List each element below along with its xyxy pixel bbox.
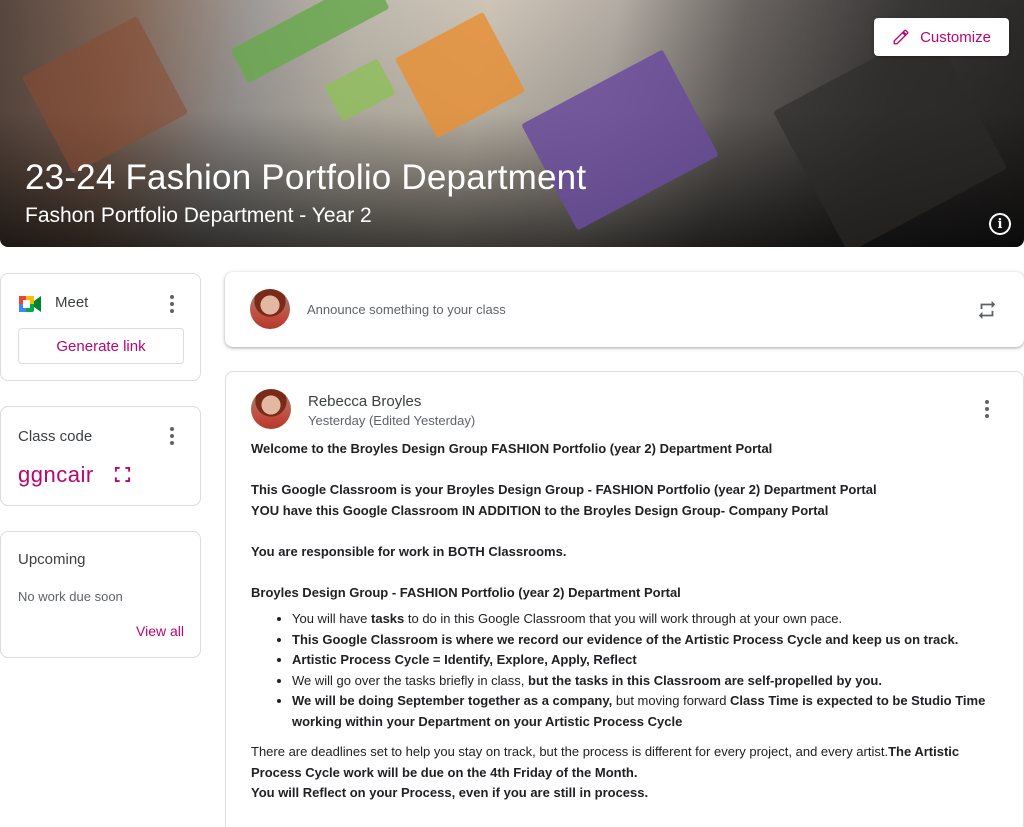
class-banner: 23-24 Fashion Portfolio Department Fasho… [0,0,1024,247]
customize-button[interactable]: Customize [874,18,1009,56]
expand-fullscreen-icon[interactable] [114,466,131,483]
upcoming-label: Upcoming [18,551,86,568]
post-paragraph: You will Reflect on your Process, even i… [251,785,649,800]
list-item: We will go over the tasks briefly in cla… [292,671,991,692]
upcoming-card: Upcoming No work due soon View all [0,531,201,658]
post-body: Welcome to the Broyles Design Group FASH… [251,439,991,804]
customize-label: Customize [920,28,991,46]
class-code-card: Class code ggncair [0,406,201,506]
list-item: Artistic Process Cycle = Identify, Explo… [292,650,991,671]
banner-swatch [772,27,1008,247]
post-paragraph: Broyles Design Group - FASHION Portfolio… [251,584,681,600]
list-item: You will have tasks to do in this Google… [292,609,991,630]
post-timestamp: Yesterday (Edited Yesterday) [308,413,476,428]
banner-swatch [21,15,189,175]
post-paragraph: You are responsible for work in BOTH Cla… [251,543,567,559]
avatar [251,389,291,429]
announce-input[interactable]: Announce something to your class [307,302,506,317]
info-icon[interactable]: i [989,213,1011,235]
view-all-link[interactable]: View all [136,623,184,639]
list-item: This Google Classroom is where we record… [292,630,991,651]
stream-post: Rebecca Broyles Yesterday (Edited Yester… [225,371,1024,827]
more-vert-icon[interactable] [162,292,182,316]
post-paragraph: There are deadlines set to help you stay… [251,744,960,780]
post-paragraph: Welcome to the Broyles Design Group FASH… [251,441,773,456]
post-bullet-list: You will have tasks to do in this Google… [251,609,991,732]
banner-swatch [394,11,526,139]
post-author: Rebecca Broyles [308,393,422,410]
class-code-value: ggncair [18,462,94,487]
meet-label: Meet [55,294,89,311]
class-title: 23-24 Fashion Portfolio Department [25,158,587,197]
meet-card: Meet Generate link [0,273,201,381]
list-item: We will be doing September together as a… [292,691,991,732]
google-meet-icon [19,296,41,312]
more-vert-icon[interactable] [977,397,997,421]
upcoming-empty-text: No work due soon [18,589,123,604]
post-paragraph: This Google Classroom is your Broyles De… [251,482,877,497]
banner-swatch [324,58,396,122]
banner-swatch [521,49,719,231]
repost-icon[interactable] [976,299,998,321]
class-code-label: Class code [18,428,93,445]
edit-pencil-icon [893,29,909,45]
post-paragraph: YOU have this Google Classroom IN ADDITI… [251,502,829,518]
class-subtitle: Fashon Portfolio Department - Year 2 [25,204,372,227]
generate-link-button[interactable]: Generate link [18,328,184,364]
announce-box[interactable]: Announce something to your class [225,272,1024,347]
more-vert-icon[interactable] [162,424,182,448]
avatar [250,289,290,329]
